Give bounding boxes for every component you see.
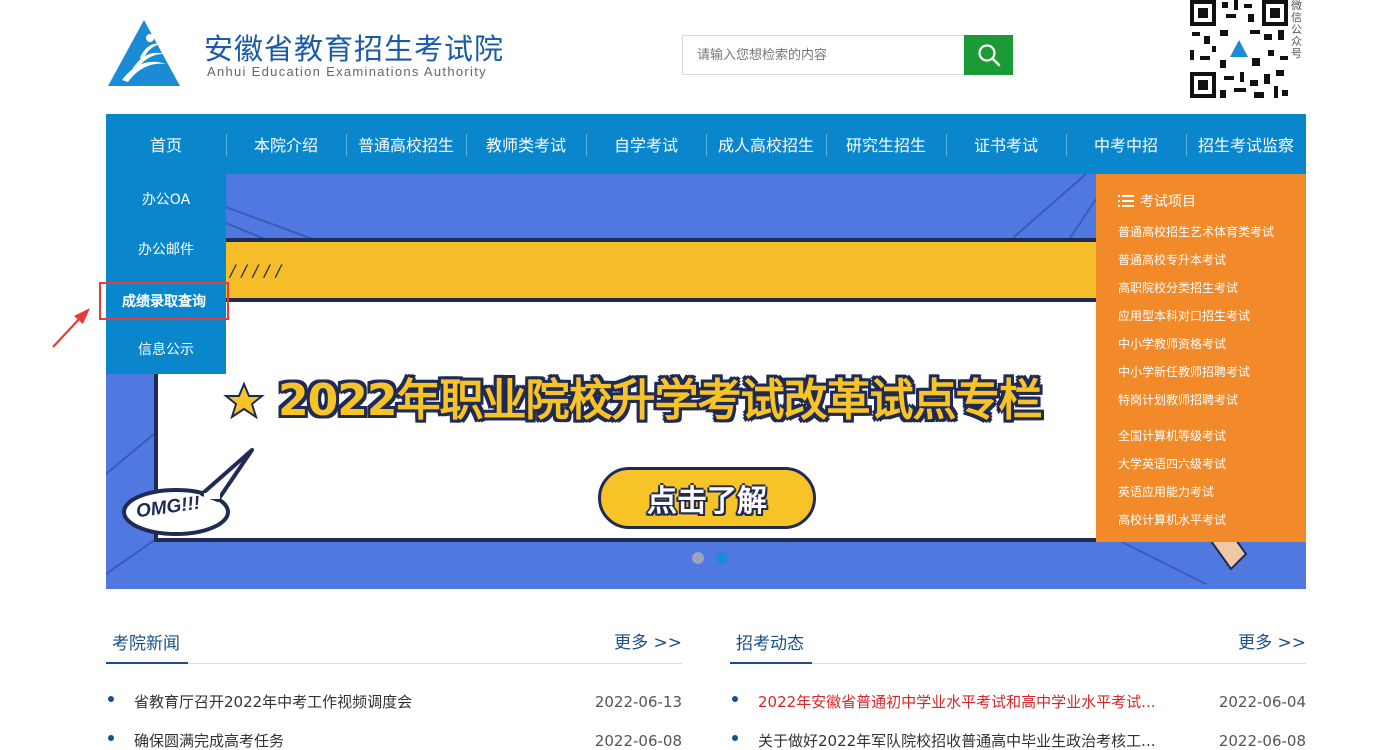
banner-stripes: ///// — [230, 261, 287, 280]
main-nav: 首页 本院介绍 普通高校招生 教师类考试 自学考试 成人高校招生 研究生招生 证… — [106, 114, 1306, 174]
exam-link-ncre[interactable]: 全国计算机等级考试 — [1118, 422, 1306, 450]
news-item-title[interactable]: 省教育厅召开2022年中考工作视频调度会 — [134, 691, 574, 712]
list-item: 确保圆满完成高考任务 2022-06-08 — [106, 721, 682, 750]
nav-item-college-admission[interactable]: 普通高校招生 — [346, 114, 466, 174]
bullet-icon — [732, 735, 738, 741]
list-item: 关于做好2022年军队院校招收普通高中毕业生政治考核工... 2022-06-0… — [730, 721, 1306, 750]
exam-link-new-teacher-recruit[interactable]: 中小学新任教师招聘考试 — [1118, 358, 1306, 386]
exam-link-upgrade[interactable]: 普通高校专升本考试 — [1118, 246, 1306, 274]
exam-projects-panel: 考试项目 普通高校招生艺术体育类考试 普通高校专升本考试 高职院校分类招生考试 … — [1096, 174, 1306, 542]
banner-cta-button[interactable]: 点击了解 — [598, 467, 816, 529]
news-title: 招考动态 — [736, 634, 804, 654]
search-icon — [977, 44, 1000, 67]
news-item-title[interactable]: 确保圆满完成高考任务 — [134, 730, 574, 750]
dropdown-item-office-oa[interactable]: 办公OA — [106, 174, 226, 224]
news-item-date: 2022-06-08 — [1218, 731, 1306, 750]
news-list: 省教育厅召开2022年中考工作视频调度会 2022-06-13 确保圆满完成高考… — [106, 682, 682, 750]
site-subtitle: Anhui Education Examinations Authority — [207, 64, 487, 79]
news-header: 考院新闻 更多 >> — [106, 622, 682, 664]
annotation-arrow-icon — [52, 308, 90, 348]
search-bar — [682, 35, 1013, 75]
dropdown-item-info-public[interactable]: 信息公示 — [106, 324, 226, 374]
exam-projects-title: 考试项目 — [1140, 194, 1196, 210]
banner-title: 2022年职业院校升学考试改革试点专栏 — [278, 375, 1042, 426]
list-icon — [1118, 195, 1134, 207]
panel-spacer — [1118, 414, 1306, 422]
nav-item-about[interactable]: 本院介绍 — [226, 114, 346, 174]
exam-link-special-post[interactable]: 特岗计划教师招聘考试 — [1118, 386, 1306, 414]
news-item-date: 2022-06-04 — [1218, 692, 1306, 711]
news-section-left: 考院新闻 更多 >> 省教育厅召开2022年中考工作视频调度会 2022-06-… — [106, 622, 682, 750]
news-item-title[interactable]: 2022年安徽省普通初中学业水平考试和高中学业水平考试... — [758, 691, 1198, 712]
carousel-dot-active[interactable] — [716, 552, 728, 564]
more-link[interactable]: 更多 >> — [1238, 628, 1306, 653]
dropdown-item-office-mail[interactable]: 办公邮件 — [106, 224, 226, 274]
carousel-dot[interactable] — [692, 552, 704, 564]
news-item-date: 2022-06-13 — [594, 692, 682, 711]
news-header: 招考动态 更多 >> — [730, 622, 1306, 664]
nav-item-certificate[interactable]: 证书考试 — [946, 114, 1066, 174]
list-item: 2022年安徽省普通初中学业水平考试和高中学业水平考试... 2022-06-0… — [730, 682, 1306, 721]
carousel-dots — [692, 552, 728, 564]
list-item: 省教育厅召开2022年中考工作视频调度会 2022-06-13 — [106, 682, 682, 721]
nav-dropdown: 办公OA 办公邮件 成绩录取查询 信息公示 — [99, 174, 229, 374]
exam-link-art-sports[interactable]: 普通高校招生艺术体育类考试 — [1118, 218, 1306, 246]
site-title: 安徽省教育招生考试院 — [204, 32, 505, 66]
nav-item-teacher-exams[interactable]: 教师类考试 — [466, 114, 586, 174]
search-button[interactable] — [964, 35, 1013, 75]
title-underline — [730, 662, 812, 664]
nav-item-supervision[interactable]: 招生考试监察 — [1186, 114, 1306, 174]
news-item-date: 2022-06-08 — [594, 731, 682, 750]
more-link[interactable]: 更多 >> — [614, 628, 682, 653]
exam-link-english-ability[interactable]: 英语应用能力考试 — [1118, 478, 1306, 506]
exam-link-teacher-qualification[interactable]: 中小学教师资格考试 — [1118, 330, 1306, 358]
qr-label: 微信公众号 — [1291, 0, 1302, 60]
nav-item-self-study[interactable]: 自学考试 — [586, 114, 706, 174]
news-title: 考院新闻 — [112, 634, 180, 654]
nav-item-adult-college[interactable]: 成人高校招生 — [706, 114, 826, 174]
title-underline — [106, 662, 188, 664]
news-item-title[interactable]: 关于做好2022年军队院校招收普通高中毕业生政治考核工... — [758, 730, 1198, 750]
bullet-icon — [108, 735, 114, 741]
news-list: 2022年安徽省普通初中学业水平考试和高中学业水平考试... 2022-06-0… — [730, 682, 1306, 750]
qr-code-image — [1190, 0, 1288, 98]
search-input[interactable] — [682, 35, 964, 75]
exam-link-college-computer[interactable]: 高校计算机水平考试 — [1118, 506, 1306, 534]
dropdown-item-score-query[interactable]: 成绩录取查询 — [99, 282, 229, 320]
bullet-icon — [732, 696, 738, 702]
nav-item-high-school[interactable]: 中考中招 — [1066, 114, 1186, 174]
exam-link-cet[interactable]: 大学英语四六级考试 — [1118, 450, 1306, 478]
exam-projects-heading: 考试项目 — [1118, 190, 1306, 212]
exam-link-applied-undergrad[interactable]: 应用型本科对口招生考试 — [1118, 302, 1306, 330]
bullet-icon — [108, 696, 114, 702]
news-section-right: 招考动态 更多 >> 2022年安徽省普通初中学业水平考试和高中学业水平考试..… — [730, 622, 1306, 750]
nav-item-home[interactable]: 首页 — [106, 114, 226, 174]
exam-link-vocational[interactable]: 高职院校分类招生考试 — [1118, 274, 1306, 302]
site-logo[interactable] — [106, 18, 182, 88]
nav-item-graduate[interactable]: 研究生招生 — [826, 114, 946, 174]
